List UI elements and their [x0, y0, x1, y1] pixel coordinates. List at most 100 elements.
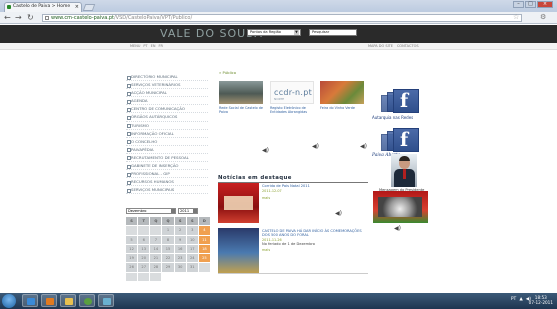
calendar-day[interactable]: 29 [162, 263, 174, 272]
calendar-day[interactable]: 17 [186, 244, 198, 254]
menu-item[interactable]: SERVIÇOS MUNICIPAIS [126, 186, 208, 195]
subnav-link-menu[interactable]: MENU [130, 44, 140, 48]
news-image[interactable] [218, 183, 259, 223]
language-indicator[interactable]: PT [511, 297, 516, 302]
contacts-link[interactable]: CONTACTOS [397, 44, 419, 48]
menu-item[interactable]: PROFISSIONAL - GIP [126, 170, 208, 179]
calendar-day[interactable]: 31 [186, 263, 198, 272]
taskbar-ie-button[interactable] [22, 294, 38, 307]
feature-tile-rede-social[interactable]: Rede Social de Castelo de Paiva [219, 81, 263, 114]
calendar-year-select[interactable]: 2011 [178, 208, 198, 214]
calendar-day[interactable]: 24 [186, 254, 198, 263]
calendar-day[interactable]: 19 [126, 254, 138, 263]
calendar-day[interactable]: 1 [162, 226, 174, 235]
calendar-day[interactable]: 15 [162, 244, 174, 254]
calendar-day[interactable]: 14 [150, 244, 162, 254]
calendar-day[interactable]: 7 [150, 235, 162, 244]
bookmark-star-icon[interactable]: ☆ [513, 13, 519, 21]
calendar-day[interactable]: 18 [198, 244, 210, 254]
chrome-icon [84, 298, 92, 305]
feature-tile-feira-vinho[interactable]: Feira do Vinho Verde [320, 81, 364, 110]
feature-tile-registo[interactable]: ccdr-n.pt NORTE Registo Eletrónico de Ent… [270, 81, 314, 114]
facebook-banner-paiva-aberto[interactable]: f [377, 127, 427, 153]
calendar-day[interactable]: 23 [174, 254, 186, 263]
news-more-link[interactable]: mais [262, 196, 270, 200]
calendar-day[interactable]: 10 [186, 235, 198, 244]
calendar-day[interactable]: 2 [174, 226, 186, 235]
menu-item[interactable]: GABINETE DE INSERÇÃO [126, 162, 208, 171]
breadcrumb[interactable]: » Público [219, 70, 236, 75]
sitemap-link[interactable]: MAPA DO SITE [368, 44, 393, 48]
menu-item[interactable]: AGENDA [126, 97, 208, 106]
network-icon[interactable]: ▲ [519, 297, 522, 302]
president-photo[interactable] [391, 154, 417, 187]
clock[interactable]: 18:53 07-12-2011 [529, 295, 553, 305]
taskbar-chrome-button[interactable] [79, 294, 95, 307]
start-button[interactable] [2, 294, 16, 308]
calendar-day[interactable]: 6 [138, 235, 150, 244]
calendar-day[interactable]: 28 [150, 263, 162, 272]
calendar-day[interactable]: 21 [150, 254, 162, 263]
audio-speaker-icon[interactable]: ◀) [335, 210, 342, 217]
promo-banner[interactable] [373, 191, 428, 223]
news-more-link[interactable]: mais [262, 248, 270, 252]
menu-item[interactable]: SERVIÇOS VETERINÁRIOS [126, 81, 208, 90]
minimize-button[interactable]: – [513, 1, 524, 8]
calendar-day[interactable]: 9 [174, 235, 186, 244]
menu-item[interactable]: ÓRGÃOS AUTÁRQUICOS [126, 113, 208, 122]
calendar-day[interactable]: 3 [186, 226, 198, 235]
search-input[interactable]: Pesquisar [309, 29, 357, 36]
facebook-banner-autarquia[interactable]: f [377, 88, 427, 114]
menu-item[interactable]: PAIVAPÉDIA [126, 146, 208, 154]
reload-icon[interactable]: ↻ [27, 13, 34, 22]
calendar-day[interactable]: 30 [174, 263, 186, 272]
calendar-day[interactable]: 20 [138, 254, 150, 263]
site-favicon-icon [7, 5, 11, 9]
menu-item[interactable]: RECRUTAMENTO DE PESSOAL [126, 154, 208, 163]
audio-speaker-icon[interactable]: ◀) [312, 143, 319, 150]
forward-arrow-icon[interactable]: → [15, 13, 22, 22]
subnav-link-en[interactable]: EN [151, 44, 156, 48]
calendar-day[interactable]: 4 [198, 226, 210, 235]
calendar-weekday: Q [162, 217, 174, 226]
taskbar-app-button[interactable] [98, 294, 114, 307]
news-link[interactable]: Corrida de Pais Natal 2011 [262, 184, 310, 188]
calendar-day[interactable]: 13 [138, 244, 150, 254]
calendar-day[interactable]: 25 [198, 254, 210, 263]
calendar-month-select[interactable]: Dezembro [126, 208, 176, 214]
calendar-day[interactable]: 22 [162, 254, 174, 263]
calendar-day[interactable]: 26 [126, 263, 138, 272]
menu-item[interactable]: TURISMO [126, 122, 208, 130]
calendar-day[interactable]: 16 [174, 244, 186, 254]
menu-item[interactable]: CENTRO DE COMUNICAÇÃO [126, 105, 208, 114]
new-tab-button[interactable] [82, 4, 96, 11]
taskbar-explorer-button[interactable] [60, 294, 76, 307]
news-link[interactable]: CASTELO DE PAIVA HÁ DAR INÍCIO ÀS COMEMO… [262, 229, 370, 238]
address-bar[interactable]: www.cm-castelo-paiva.pt/VSD/CasteloPaiva… [42, 14, 522, 22]
menu-item[interactable]: ACÇÃO MUNICIPAL [126, 89, 208, 98]
facebook-f-icon: f [400, 129, 409, 151]
close-tab-icon[interactable]: × [75, 3, 79, 11]
back-arrow-icon[interactable]: ← [4, 13, 11, 22]
news-image[interactable] [218, 228, 259, 273]
taskbar-media-button[interactable] [41, 294, 57, 307]
subnav-link-pt[interactable]: PT [143, 44, 147, 48]
menu-item[interactable]: INFORMAÇÃO OFICIAL [126, 130, 208, 138]
menu-item[interactable]: DIRECTÓRIO MUNICIPAL [126, 73, 208, 82]
region-select[interactable]: Pontos da Região ▼ [247, 29, 301, 36]
calendar-day[interactable]: 27 [138, 263, 150, 272]
calendar-day[interactable]: 11 [198, 235, 210, 244]
audio-speaker-icon[interactable]: ◀) [394, 225, 401, 232]
menu-item[interactable]: O CONCELHO [126, 138, 208, 146]
calendar-day[interactable]: 5 [126, 235, 138, 244]
browser-tab[interactable]: Castelo de Paiva > Home × [4, 2, 82, 12]
audio-speaker-icon[interactable]: ◀) [360, 143, 367, 150]
calendar-day[interactable]: 8 [162, 235, 174, 244]
calendar-day[interactable]: 12 [126, 244, 138, 254]
wrench-menu-icon[interactable]: ⚙ [540, 13, 546, 21]
close-window-button[interactable]: × [537, 1, 553, 8]
maximize-button[interactable]: □ [525, 1, 536, 8]
menu-item[interactable]: RECURSOS HUMANOS [126, 178, 208, 187]
audio-speaker-icon[interactable]: ◀) [262, 147, 269, 154]
subnav-link-fr[interactable]: FR [159, 44, 163, 48]
